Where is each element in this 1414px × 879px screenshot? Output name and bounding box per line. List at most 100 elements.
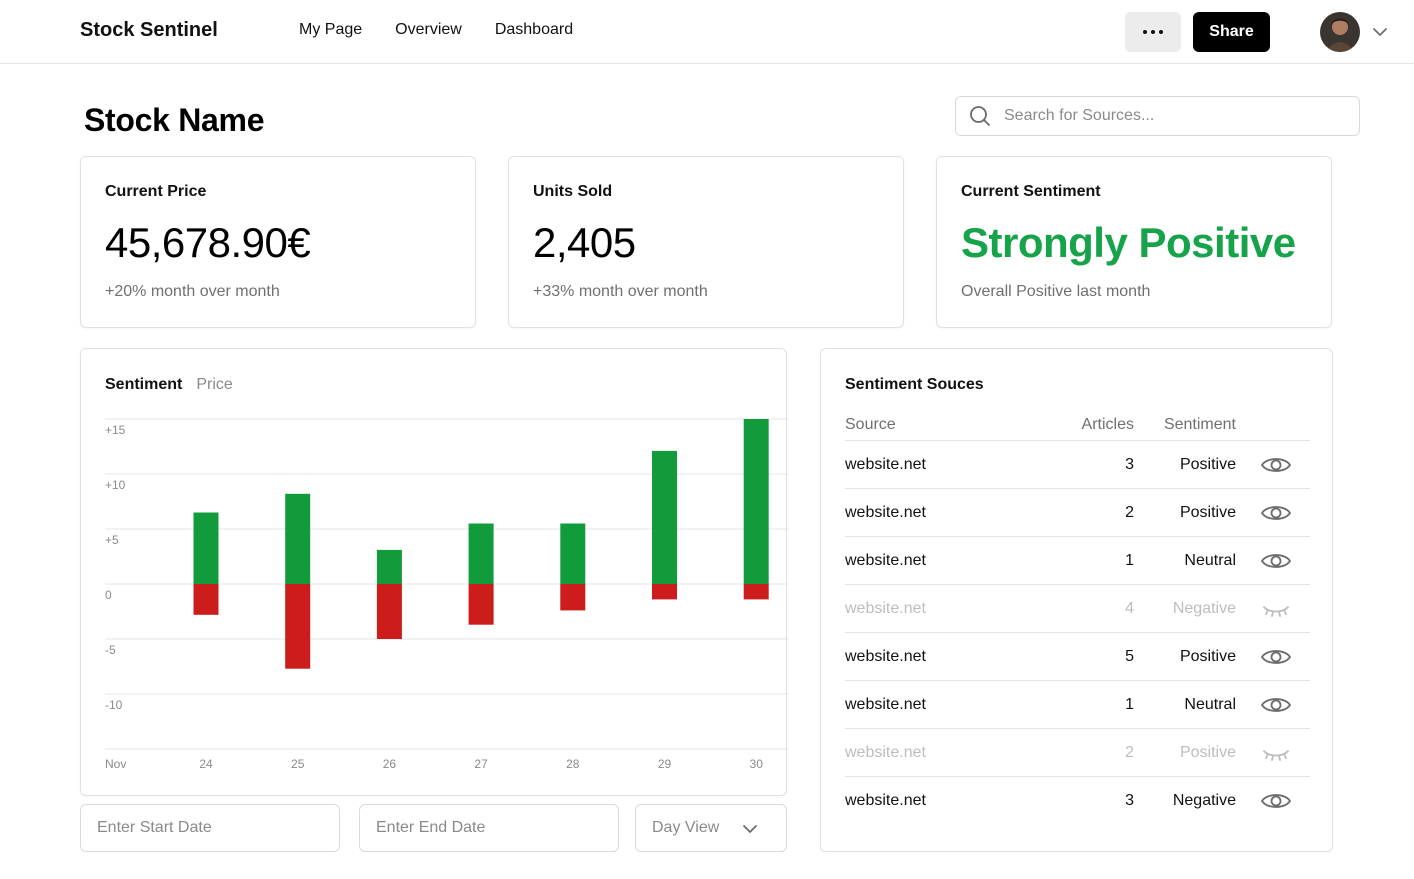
- start-date-input[interactable]: Enter Start Date: [80, 804, 340, 852]
- table-row[interactable]: website.net 1 Neutral: [845, 537, 1310, 585]
- source-name: website.net: [845, 743, 926, 761]
- sentiment-label: Positive: [1179, 743, 1236, 761]
- brand-name[interactable]: Stock Sentinel: [80, 19, 218, 42]
- eye-icon[interactable]: [1260, 789, 1292, 813]
- x-tick-label: 24: [199, 757, 213, 771]
- stat-subtitle: Overall Positive last month: [961, 283, 1151, 300]
- x-tick-label: 30: [750, 757, 764, 771]
- nav-item-overview[interactable]: Overview: [395, 21, 462, 39]
- eye-icon[interactable]: [1260, 693, 1292, 717]
- source-name: website.net: [845, 695, 926, 713]
- page-title: Stock Name: [84, 102, 265, 138]
- sentiment-label: Neutral: [1184, 695, 1236, 713]
- eye-closed-icon[interactable]: [1260, 597, 1292, 621]
- y-tick-label: +5: [105, 533, 119, 547]
- table-row[interactable]: website.net 2 Positive: [845, 489, 1310, 537]
- sentiment-label: Neutral: [1184, 551, 1236, 569]
- bar-positive: [285, 493, 311, 584]
- x-tick-label: 28: [566, 757, 580, 771]
- stat-title: Current Sentiment: [961, 183, 1101, 200]
- stat-card-current-price: Current Price 45,678.90€ +20% month over…: [80, 156, 476, 328]
- table-body: website.net 3 Positive website.net 2 Positive…: [845, 441, 1310, 825]
- article-count: 2: [1125, 503, 1134, 521]
- eye-icon[interactable]: [1260, 645, 1292, 669]
- table-row[interactable]: website.net 1 Neutral: [845, 681, 1310, 729]
- visibility-cell: [1236, 741, 1310, 765]
- main-nav: My Page Overview Dashboard: [299, 21, 573, 39]
- bar-negative: [193, 584, 219, 615]
- avatar[interactable]: [1320, 12, 1360, 52]
- x-tick-label: 27: [474, 757, 488, 771]
- article-count: 1: [1125, 551, 1134, 569]
- article-count: 4: [1125, 599, 1134, 617]
- more-dots-icon-dot: [1151, 30, 1155, 34]
- tab-price[interactable]: Price: [196, 376, 232, 394]
- y-tick-label: +10: [105, 478, 126, 492]
- bar-positive: [652, 450, 677, 584]
- table-row[interactable]: website.net 2 Positive: [845, 729, 1310, 777]
- source-name: website.net: [845, 647, 926, 665]
- more-dots-icon-dot: [1159, 30, 1163, 34]
- x-tick-label: 25: [291, 757, 305, 771]
- eye-icon[interactable]: [1260, 453, 1292, 477]
- sentiment-sources-card: Sentiment Souces Source Articles Sentime…: [820, 348, 1333, 852]
- chevron-down-icon[interactable]: [1370, 22, 1390, 42]
- sources-table: Source Articles Sentiment website.net 3 Po…: [845, 409, 1310, 825]
- search-input[interactable]: [1004, 107, 1344, 125]
- source-name: website.net: [845, 503, 926, 521]
- eye-closed-icon[interactable]: [1260, 741, 1292, 765]
- table-row[interactable]: website.net 3 Negative: [845, 777, 1310, 825]
- bar-negative: [376, 584, 402, 639]
- sources-title: Sentiment Souces: [845, 376, 984, 393]
- view-select-value: Day View: [652, 819, 720, 836]
- article-count: 2: [1125, 743, 1134, 761]
- bar-negative: [285, 584, 311, 669]
- share-button[interactable]: Share: [1193, 12, 1270, 52]
- x-tick-label: 29: [658, 757, 672, 771]
- visibility-cell: [1236, 501, 1310, 525]
- x-axis-prefix-label: Nov: [105, 757, 126, 771]
- article-count: 1: [1125, 695, 1134, 713]
- bar-negative: [743, 584, 769, 600]
- table-row[interactable]: website.net 5 Positive: [845, 633, 1310, 681]
- stat-card-current-sentiment: Current Sentiment Strongly Positive Over…: [936, 156, 1332, 328]
- source-name: website.net: [845, 551, 926, 569]
- y-tick-label: -5: [105, 643, 116, 657]
- search-icon: [970, 106, 990, 126]
- bar-positive: [193, 512, 219, 584]
- table-header: Source Articles Sentiment: [845, 409, 1310, 441]
- eye-icon[interactable]: [1260, 549, 1292, 573]
- more-dots-icon: [1143, 30, 1147, 34]
- visibility-cell: [1236, 597, 1310, 621]
- search-box[interactable]: [955, 96, 1360, 136]
- visibility-cell: [1236, 453, 1310, 477]
- header-sentiment[interactable]: Sentiment: [1134, 416, 1236, 434]
- view-select[interactable]: Day View: [635, 804, 787, 852]
- bar-positive: [743, 419, 769, 584]
- bar-positive: [468, 523, 494, 584]
- stat-title: Units Sold: [533, 183, 613, 200]
- eye-icon[interactable]: [1260, 501, 1292, 525]
- avatar-image: [1320, 12, 1360, 52]
- sentiment-label: Negative: [1172, 599, 1236, 617]
- stat-title: Current Price: [105, 183, 207, 200]
- bar-negative: [468, 584, 494, 625]
- chevron-down-icon: [743, 825, 757, 833]
- x-tick-label: 26: [383, 757, 397, 771]
- visibility-cell: [1236, 549, 1310, 573]
- more-options-button[interactable]: [1125, 12, 1181, 52]
- header-articles[interactable]: Articles: [1045, 416, 1134, 434]
- tab-sentiment[interactable]: Sentiment: [105, 376, 182, 394]
- table-row[interactable]: website.net 4 Negative: [845, 585, 1310, 633]
- article-count: 3: [1125, 455, 1134, 473]
- stat-value: 2,405: [533, 219, 636, 266]
- header-source[interactable]: Source: [845, 416, 1045, 434]
- table-row[interactable]: website.net 3 Positive: [845, 441, 1310, 489]
- nav-item-my-page[interactable]: My Page: [299, 21, 362, 39]
- nav-item-dashboard[interactable]: Dashboard: [495, 21, 573, 39]
- sentiment-chart-card: +15 +10 +5 0 -5 -10 Nov 24 25 26 27 28 29 30 Sentimen…: [80, 348, 788, 796]
- article-count: 5: [1125, 647, 1134, 665]
- top-bar: Stock Sentinel My Page Overview Dashboar…: [0, 0, 1414, 64]
- end-date-input[interactable]: Enter End Date: [359, 804, 619, 852]
- y-tick-label: -10: [105, 698, 123, 712]
